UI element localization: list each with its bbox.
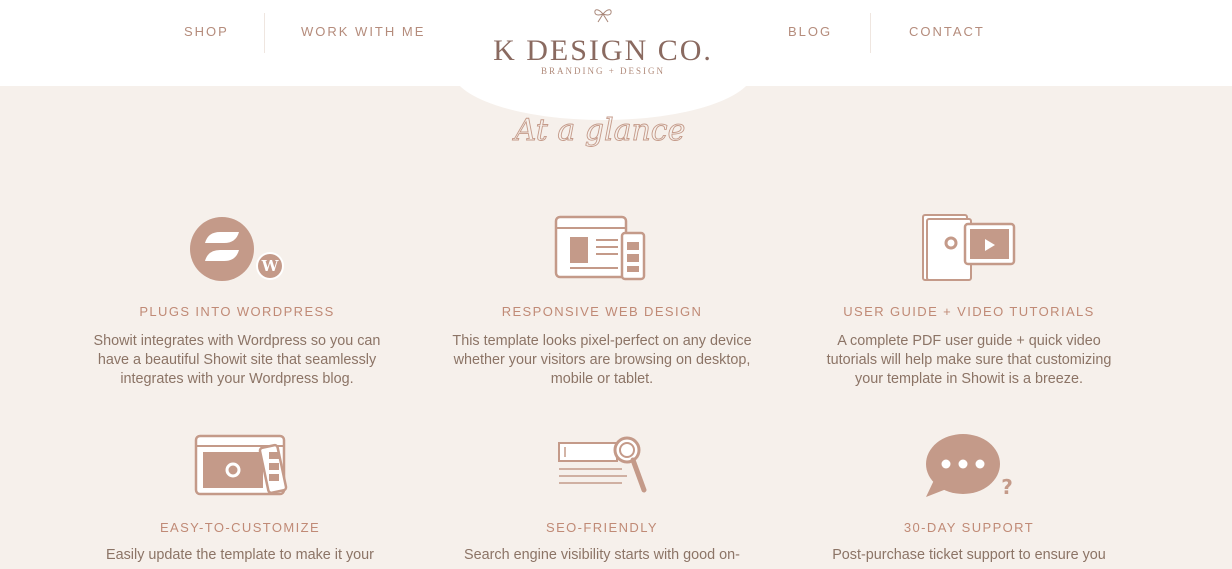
feature-description: A complete PDF user guide + quick video … <box>826 333 1112 387</box>
seo-magnifier-icon <box>558 436 647 493</box>
feature-title: USER GUIDE + VIDEO TUTORIALS <box>843 304 1095 319</box>
nav-shop[interactable]: SHOP <box>184 24 229 39</box>
nav-work-with-me[interactable]: WORK WITH ME <box>301 24 425 39</box>
logo-tagline: BRANDING + DESIGN <box>540 66 666 76</box>
guide-video-icon <box>922 214 1016 281</box>
feature-user-guide: USER GUIDE + VIDEO TUTORIALS A complete … <box>819 200 1119 400</box>
feature-title: EASY-TO-CUSTOMIZE <box>159 520 321 535</box>
feature-title: SEO-FRIENDLY <box>546 520 658 535</box>
feature-wordpress: W PLUGS INTO WORDPRESS Showit integrates… <box>87 200 387 400</box>
nav-contact[interactable]: CONTACT <box>909 24 985 39</box>
showit-wordpress-icon: W <box>190 217 284 281</box>
section-title: At a glance <box>512 113 686 148</box>
responsive-devices-icon <box>554 215 646 281</box>
feature-title: PLUGS INTO WORDPRESS <box>139 304 335 319</box>
feature-seo: SEO-FRIENDLY Search engine visibility st… <box>452 430 752 569</box>
bow-icon <box>594 9 612 23</box>
svg-text:?: ? <box>1001 475 1013 499</box>
svg-text:W: W <box>261 257 280 275</box>
feature-support: ? 30-DAY SUPPORT Post-purchase ticket su… <box>819 430 1119 569</box>
feature-title: RESPONSIVE WEB DESIGN <box>501 304 703 319</box>
brand-logo[interactable]: K DESIGN CO. BRANDING + DESIGN <box>452 4 754 82</box>
feature-customize: EASY-TO-CUSTOMIZE Easily update the temp… <box>90 430 390 569</box>
customize-palette-icon <box>194 434 288 496</box>
feature-description: Showit integrates with Wordpress so you … <box>93 333 381 387</box>
script-heading-at-a-glance: At a glance <box>511 113 686 149</box>
nav-blog[interactable]: BLOG <box>788 24 832 39</box>
nav-divider <box>264 13 265 53</box>
feature-description: Easily update the template to make it yo… <box>106 547 374 563</box>
logo-wordmark: K DESIGN CO. <box>493 34 713 67</box>
feature-description: This template looks pixel-perfect on any… <box>452 333 752 387</box>
feature-responsive: RESPONSIVE WEB DESIGN This template look… <box>452 200 752 400</box>
feature-title: 30-DAY SUPPORT <box>903 520 1035 535</box>
feature-description: Post-purchase ticket support to ensure y… <box>832 547 1106 563</box>
feature-description: Search engine visibility starts with goo… <box>464 547 740 563</box>
chat-support-icon: ? <box>926 434 1013 499</box>
nav-divider <box>870 13 871 53</box>
